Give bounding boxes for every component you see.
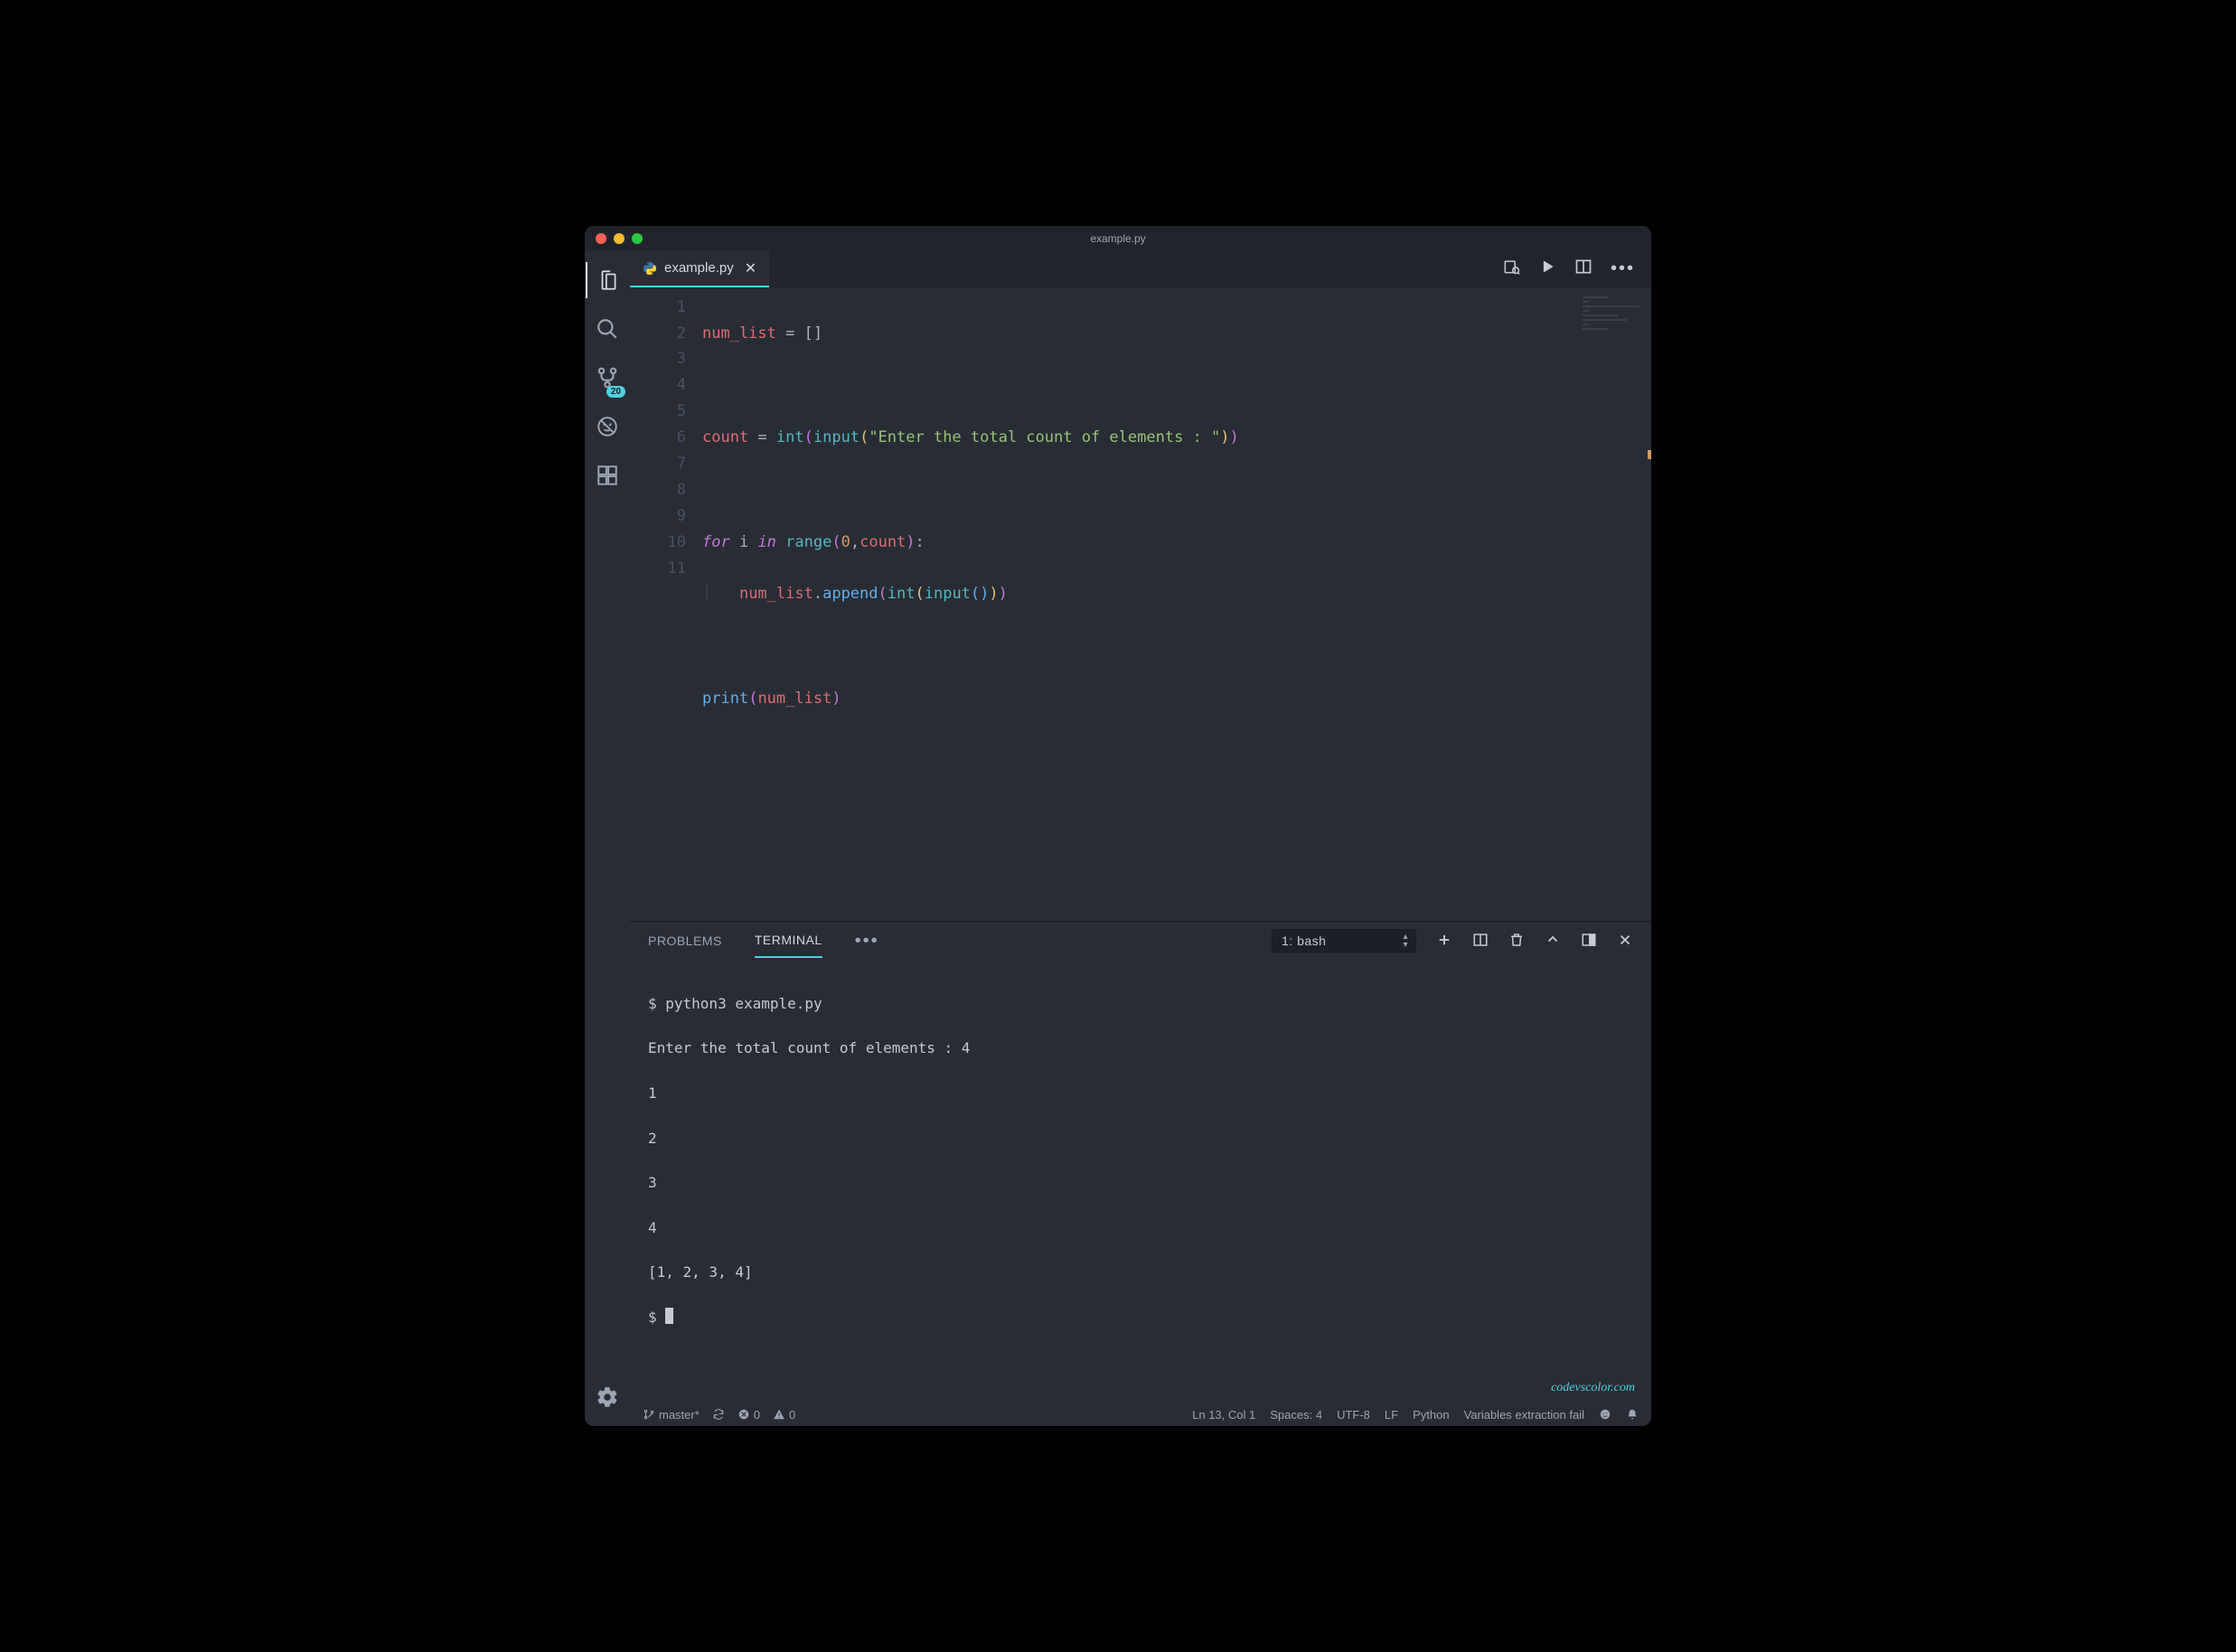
terminal-output[interactable]: $ python3 example.py Enter the total cou… (630, 960, 1651, 1381)
close-panel-icon[interactable] (1617, 932, 1633, 951)
eol-status[interactable]: LF (1385, 1408, 1398, 1422)
vscode-window: example.py 20 (585, 226, 1651, 1427)
maximize-window-button[interactable] (632, 233, 643, 244)
cursor-position-status[interactable]: Ln 13, Col 1 (1192, 1408, 1255, 1422)
language-mode-status[interactable]: Python (1413, 1408, 1449, 1422)
search-icon[interactable] (586, 311, 629, 347)
errors-status[interactable]: 0 (738, 1408, 760, 1422)
warnings-status[interactable]: 0 (773, 1408, 795, 1422)
titlebar: example.py (585, 226, 1651, 251)
debug-icon[interactable] (586, 408, 629, 445)
line-gutter: 1 2 3 4 5 6 7 8 9 10 11 (630, 295, 702, 921)
sync-icon[interactable] (712, 1408, 725, 1421)
indentation-status[interactable]: Spaces: 4 (1270, 1408, 1322, 1422)
panel-tab-problems[interactable]: PROBLEMS (648, 925, 722, 957)
split-terminal-icon[interactable] (1472, 932, 1489, 951)
feedback-icon[interactable] (1599, 1408, 1611, 1421)
close-tab-icon[interactable]: ✕ (745, 259, 756, 277)
overview-ruler-marker (1648, 450, 1651, 459)
code-content: num_list = [] count = int(input("Enter t… (702, 295, 1651, 921)
code-editor[interactable]: 1 2 3 4 5 6 7 8 9 10 11 num_list = [] co… (630, 287, 1651, 921)
close-window-button[interactable] (596, 233, 606, 244)
panel-more-icon[interactable]: ••• (855, 931, 879, 952)
open-changes-icon[interactable] (1502, 258, 1520, 280)
settings-gear-icon[interactable] (586, 1379, 629, 1415)
panel-tab-terminal[interactable]: TERMINAL (755, 924, 822, 958)
scm-badge: 20 (606, 386, 625, 398)
tab-example-py[interactable]: example.py ✕ (630, 251, 769, 287)
bottom-panel: PROBLEMS TERMINAL ••• 1: bash ▴▾ (630, 921, 1651, 1403)
diagnostic-status[interactable]: Variables extraction fail (1464, 1408, 1584, 1422)
extensions-icon[interactable] (586, 457, 629, 493)
editor-tabs: example.py ✕ ••• (630, 251, 1651, 287)
python-file-icon (643, 261, 657, 276)
encoding-status[interactable]: UTF-8 (1337, 1408, 1370, 1422)
status-bar: master* 0 0 Ln 13, Col 1 (630, 1403, 1651, 1426)
more-actions-icon[interactable]: ••• (1611, 258, 1635, 279)
explorer-icon[interactable] (586, 262, 629, 298)
minimize-window-button[interactable] (614, 233, 625, 244)
split-editor-icon[interactable] (1574, 258, 1592, 280)
terminal-cursor (665, 1308, 673, 1324)
watermark: codevscolor.com (630, 1381, 1651, 1403)
window-title: example.py (585, 232, 1651, 245)
traffic-lights (596, 233, 643, 244)
activity-bar: 20 (585, 251, 630, 1427)
git-branch-status[interactable]: master* (643, 1408, 700, 1422)
toggle-panel-position-icon[interactable] (1581, 932, 1597, 951)
terminal-select[interactable]: 1: bash ▴▾ (1272, 929, 1416, 953)
new-terminal-icon[interactable] (1436, 932, 1452, 951)
maximize-panel-icon[interactable] (1545, 932, 1561, 951)
notifications-icon[interactable] (1626, 1408, 1639, 1421)
run-icon[interactable] (1538, 258, 1556, 280)
minimap[interactable] (1583, 296, 1646, 351)
tab-filename: example.py (664, 260, 734, 276)
source-control-icon[interactable]: 20 (586, 360, 629, 396)
kill-terminal-icon[interactable] (1508, 932, 1525, 951)
